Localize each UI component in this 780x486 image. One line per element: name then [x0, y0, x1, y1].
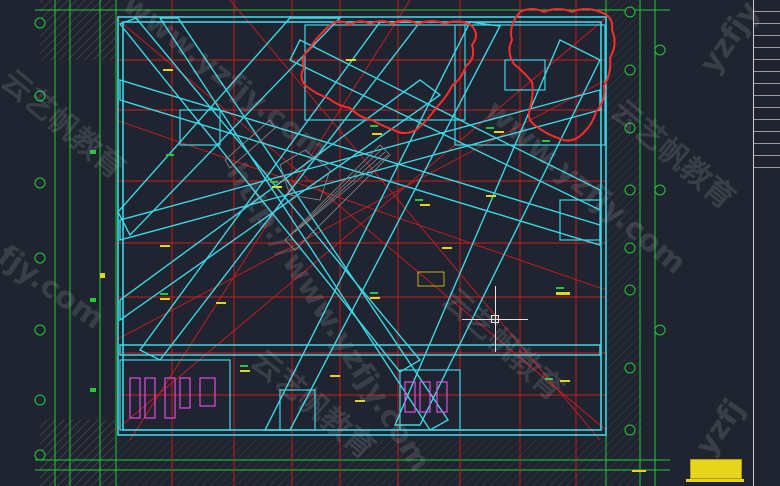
dim-tags	[90, 125, 564, 392]
panel-row	[754, 144, 780, 156]
hatch-right-strip	[606, 0, 642, 486]
panel-row	[754, 36, 780, 48]
cad-drawing-canvas[interactable]	[0, 0, 780, 486]
crosshair-pickbox	[491, 315, 499, 323]
hatch-left-bottom	[40, 420, 115, 486]
panel-row	[754, 72, 780, 84]
red-grid	[115, 0, 607, 486]
title-stamp-underline	[686, 479, 744, 482]
panel-row	[754, 96, 780, 108]
panel-row	[754, 84, 780, 96]
panel-row	[754, 120, 780, 132]
panel-row	[754, 132, 780, 144]
revision-clouds	[300, 8, 616, 142]
panel-row	[754, 24, 780, 36]
panel-row	[754, 108, 780, 120]
panel-row	[754, 48, 780, 60]
panel-row	[754, 156, 780, 168]
hatch-left-top	[40, 0, 115, 60]
panel-row	[754, 12, 780, 24]
panel-row	[754, 60, 780, 72]
callout-box	[417, 271, 445, 287]
properties-panel-strip[interactable]	[753, 0, 780, 486]
panel-row	[754, 0, 780, 12]
hatch-bottom-strip	[116, 440, 606, 486]
title-stamp	[690, 459, 742, 479]
